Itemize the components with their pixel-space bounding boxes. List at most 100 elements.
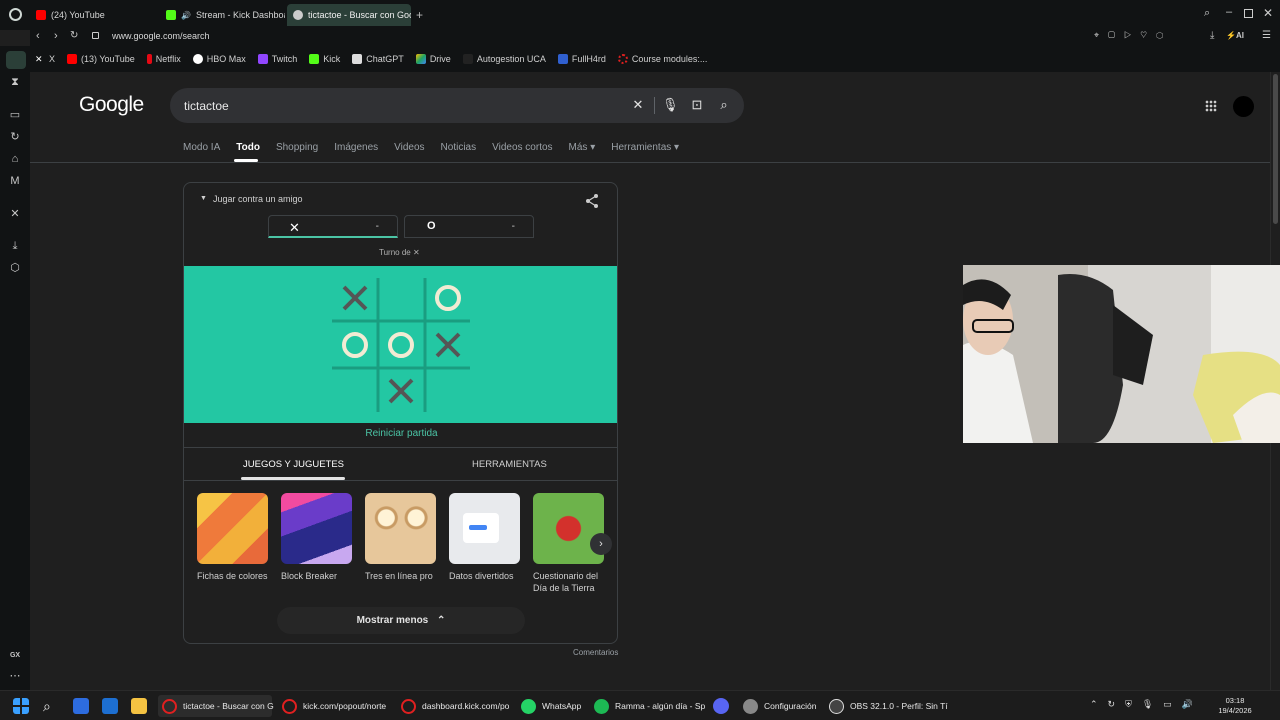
taskbar-item-tictactoe[interactable]: tictactoe - Buscar con G xyxy=(158,695,274,717)
heart-icon[interactable]: ♡ xyxy=(1140,30,1156,40)
search-box[interactable]: tictactoe ✕ 🎙 ⊡ ⌕ xyxy=(170,88,744,123)
tab-tictactoe[interactable]: tictactoe - Buscar con Google xyxy=(287,4,411,26)
bookmark-hbomax[interactable]: HBO Max xyxy=(192,54,246,64)
bookmark-course[interactable]: Course modules:... xyxy=(617,54,707,64)
google-logo[interactable]: Google xyxy=(79,93,144,117)
tray-mic-icon[interactable]: 🎙 xyxy=(1142,699,1163,709)
tray-sync-icon[interactable]: ↻ xyxy=(1108,699,1126,709)
bookmark-twitch[interactable]: Twitch xyxy=(257,54,297,64)
taskbar-item-spotify[interactable]: Ramma - algún día - Sp xyxy=(594,698,705,714)
pin-icon[interactable]: ⌖ xyxy=(1094,30,1108,40)
file-explorer-icon[interactable] xyxy=(131,698,147,714)
bookmark-autogestion[interactable]: Autogestion UCA xyxy=(462,54,546,64)
taskbar-item-kick-dashboard[interactable]: dashboard.kick.com/po xyxy=(401,698,509,714)
maximize-button[interactable] xyxy=(1244,9,1253,18)
windows-start-icon[interactable] xyxy=(13,698,29,714)
gx-label[interactable]: GX xyxy=(7,650,23,662)
tab-todo[interactable]: Todo xyxy=(236,142,260,158)
close-window-button[interactable]: ✕ xyxy=(1263,6,1273,20)
url-field[interactable]: www.google.com/search xyxy=(112,31,210,41)
tray-display-icon[interactable]: ▭ xyxy=(1163,699,1182,709)
empty-cell[interactable] xyxy=(381,278,421,318)
refresh-icon[interactable]: ↻ xyxy=(9,131,21,143)
download-icon[interactable]: ⤓ xyxy=(1210,30,1214,41)
scrollbar-thumb[interactable] xyxy=(1273,74,1278,224)
ai-icon[interactable]: ⚡AI xyxy=(1226,31,1244,40)
tab-modo-ia[interactable]: Modo IA xyxy=(183,142,220,158)
feedback-link[interactable]: Comentarios xyxy=(573,648,618,657)
back-icon[interactable]: ‹ xyxy=(36,30,40,42)
empty-cell[interactable] xyxy=(428,371,468,411)
tab-imagenes[interactable]: Imágenes xyxy=(334,142,378,158)
extensions-sidebar-icon[interactable]: ⬡ xyxy=(9,262,21,274)
apps-grid-icon[interactable] xyxy=(1205,100,1217,112)
tray-expand-icon[interactable]: ⌃ xyxy=(1090,699,1108,709)
tab-tools[interactable]: HERRAMIENTAS xyxy=(472,459,547,470)
microphone-icon[interactable]: 🎙 xyxy=(662,97,679,113)
clear-icon[interactable]: ✕ xyxy=(630,97,646,113)
outlook-icon[interactable] xyxy=(102,698,118,714)
new-tab-button[interactable]: + xyxy=(416,8,423,22)
twitch-sidebar-icon[interactable]: ⌂ xyxy=(9,153,21,165)
lens-icon[interactable]: ⊡ xyxy=(689,97,705,113)
tab-videos-cortos[interactable]: Videos cortos xyxy=(492,142,552,158)
extensions-icon[interactable]: ⬡ xyxy=(1156,30,1172,40)
tray-shield-icon[interactable]: ⛨ xyxy=(1125,699,1142,709)
empty-cell[interactable] xyxy=(335,371,375,411)
x-sidebar-icon[interactable]: ✕ xyxy=(9,208,21,220)
tab-youtube[interactable]: (24) YouTube xyxy=(30,4,160,26)
gamepad-icon[interactable]: ▭ xyxy=(9,109,21,121)
tab-noticias[interactable]: Noticias xyxy=(441,142,477,158)
bookmark-drive[interactable]: Drive xyxy=(415,54,451,64)
menu-icon[interactable]: ☰ xyxy=(1262,30,1271,41)
downloads-sidebar-icon[interactable]: ⤓ xyxy=(9,240,21,252)
snapshot-icon[interactable]: ▢ xyxy=(1108,30,1124,40)
search-icon[interactable]: ⌕ xyxy=(716,97,732,113)
opera-logo-icon[interactable] xyxy=(9,8,22,21)
search-icon[interactable]: ⌕ xyxy=(43,698,59,714)
taskbar-item-settings[interactable]: Configuración xyxy=(743,698,816,714)
taskbar-item-obs[interactable]: OBS 32.1.0 - Perfil: Sin Tí xyxy=(829,698,948,714)
search-tabs-icon[interactable]: ⌕ xyxy=(1204,7,1210,20)
search-input[interactable]: tictactoe xyxy=(184,99,229,113)
discord-icon[interactable] xyxy=(713,698,729,714)
hourglass-icon[interactable]: ⧗ xyxy=(9,76,21,88)
chevron-right-icon[interactable]: › xyxy=(590,533,612,555)
tab-label: (24) YouTube xyxy=(51,10,105,20)
store-icon[interactable] xyxy=(73,698,89,714)
home-icon[interactable] xyxy=(6,51,26,69)
tab-mas[interactable]: Más ▾ xyxy=(569,142,596,158)
game-block-breaker[interactable]: Block Breaker xyxy=(281,493,355,582)
taskbar-item-kick-popout[interactable]: kick.com/popout/norte xyxy=(282,698,386,714)
reload-icon[interactable]: ↻ xyxy=(70,30,78,41)
avatar[interactable] xyxy=(1233,96,1254,117)
tab-herramientas[interactable]: Herramientas ▾ xyxy=(611,142,679,158)
bookmark-fullh4rd[interactable]: FullH4rd xyxy=(557,54,606,64)
tab-kick-dashboard[interactable]: 🔊 Stream - Kick Dashboard xyxy=(160,4,285,26)
game-tictactoe-pro[interactable]: Tres en línea pro xyxy=(365,493,439,582)
tray-volume-icon[interactable]: 🔊 xyxy=(1182,699,1203,709)
bookmark-youtube[interactable]: (13) YouTube xyxy=(67,54,135,64)
minimize-button[interactable]: – xyxy=(1226,6,1232,18)
messenger-icon[interactable]: M xyxy=(9,175,21,187)
tab-games-toys[interactable]: JUEGOS Y JUGUETES xyxy=(243,459,344,470)
forward-icon[interactable]: › xyxy=(54,30,58,42)
more-icon[interactable]: ⋯ xyxy=(9,670,21,682)
bookmark-kick[interactable]: Kick xyxy=(309,54,340,64)
share-icon[interactable] xyxy=(584,193,600,209)
show-less-button[interactable]: Mostrar menos ⌃ xyxy=(277,607,525,634)
mode-selector[interactable]: Jugar contra un amigo xyxy=(213,194,303,204)
tab-shopping[interactable]: Shopping xyxy=(276,142,318,158)
taskbar-item-whatsapp[interactable]: WhatsApp xyxy=(521,698,581,714)
game-fun-facts[interactable]: Datos divertidos xyxy=(449,493,523,582)
caret-down-icon[interactable]: ▼ xyxy=(200,195,207,202)
bookmark-netflix[interactable]: Netflix xyxy=(146,54,181,64)
bookmark-x[interactable]: ✕ X xyxy=(35,54,55,64)
clock[interactable]: 03:18 19/4/2026 xyxy=(1210,696,1260,716)
game-colored-tiles[interactable]: Fichas de colores xyxy=(197,493,271,582)
tab-videos[interactable]: Videos xyxy=(394,142,424,158)
bookmark-chatgpt[interactable]: ChatGPT xyxy=(352,54,404,64)
play-icon[interactable]: ▷ xyxy=(1124,30,1140,40)
restart-button[interactable]: Reiniciar partida xyxy=(184,428,617,439)
board-grid[interactable] xyxy=(184,266,618,423)
